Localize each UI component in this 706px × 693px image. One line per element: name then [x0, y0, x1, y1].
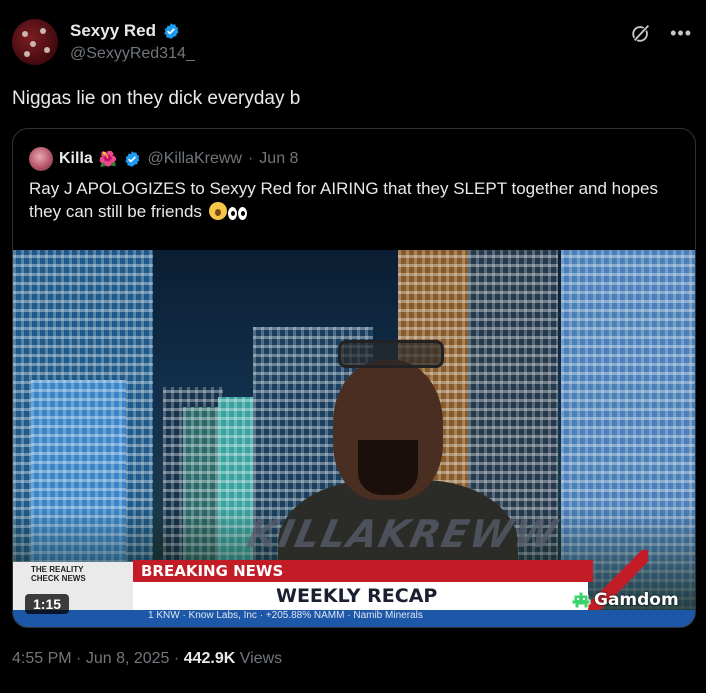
eyes-icon	[227, 203, 248, 226]
quoted-date[interactable]: Jun 8	[259, 150, 298, 168]
author-display-name[interactable]: Sexyy Red	[70, 21, 156, 41]
hibiscus-emoji: 🌺	[98, 151, 118, 168]
separator-dot: ·	[247, 150, 254, 167]
gamdom-icon	[571, 591, 591, 609]
post-date[interactable]: Jun 8, 2025	[86, 650, 170, 667]
quoted-handle[interactable]: @KillaKreww	[147, 150, 241, 168]
stock-ticker-text: 1 KNW · Know Labs, Inc · +205.88% NAMM ·…	[148, 610, 423, 621]
views-count[interactable]: 442.9K	[184, 650, 236, 667]
author-avatar[interactable]	[12, 19, 58, 65]
author-name-row: Sexyy Red	[70, 21, 180, 41]
separator-dot: ·	[76, 650, 82, 667]
quoted-text-body: Ray J APOLOGIZES to Sexyy Red for AIRING…	[29, 179, 658, 221]
more-options-icon[interactable]: •••	[670, 24, 692, 42]
gamdom-label: Gamdom	[594, 590, 679, 610]
video-watermark: KILLAKREWW	[243, 512, 563, 556]
quoted-post-header: Killa 🌺 @KillaKreww · Jun 8	[29, 147, 298, 171]
separator-dot: ·	[173, 650, 180, 667]
weekly-recap-label: WEEKLY RECAP	[276, 585, 438, 607]
gamdom-logo: Gamdom	[571, 590, 679, 610]
video-duration-badge: 1:15	[25, 594, 70, 614]
post-actions-top: •••	[630, 22, 692, 44]
reality-check-label: THE REALITY CHECK NEWS	[31, 565, 86, 583]
post-metadata: 4:55 PM · Jun 8, 2025 · 442.9K Views	[12, 650, 282, 668]
quoted-text: Ray J APOLOGIZES to Sexyy Red for AIRING…	[29, 177, 679, 226]
verified-badge-icon	[164, 23, 179, 39]
quoted-display-name[interactable]: Killa	[59, 150, 93, 168]
views-label: Views	[239, 650, 283, 667]
author-handle[interactable]: @SexyyRed314_	[70, 45, 195, 63]
post-time[interactable]: 4:55 PM	[12, 650, 72, 667]
post-text: Niggas lie on they dick everyday b	[12, 88, 301, 109]
breaking-news-label: BREAKING NEWS	[141, 562, 284, 580]
video-player[interactable]: KILLAKREWW THE REALITY CHECK NEWS BREAKI…	[13, 250, 695, 627]
quoted-post[interactable]: Killa 🌺 @KillaKreww · Jun 8 Ray J APOLOG…	[12, 128, 696, 628]
quoted-avatar[interactable]	[29, 147, 53, 171]
hushed-face-icon	[208, 202, 227, 220]
verified-badge-icon	[125, 151, 140, 167]
grok-icon[interactable]	[630, 22, 652, 44]
